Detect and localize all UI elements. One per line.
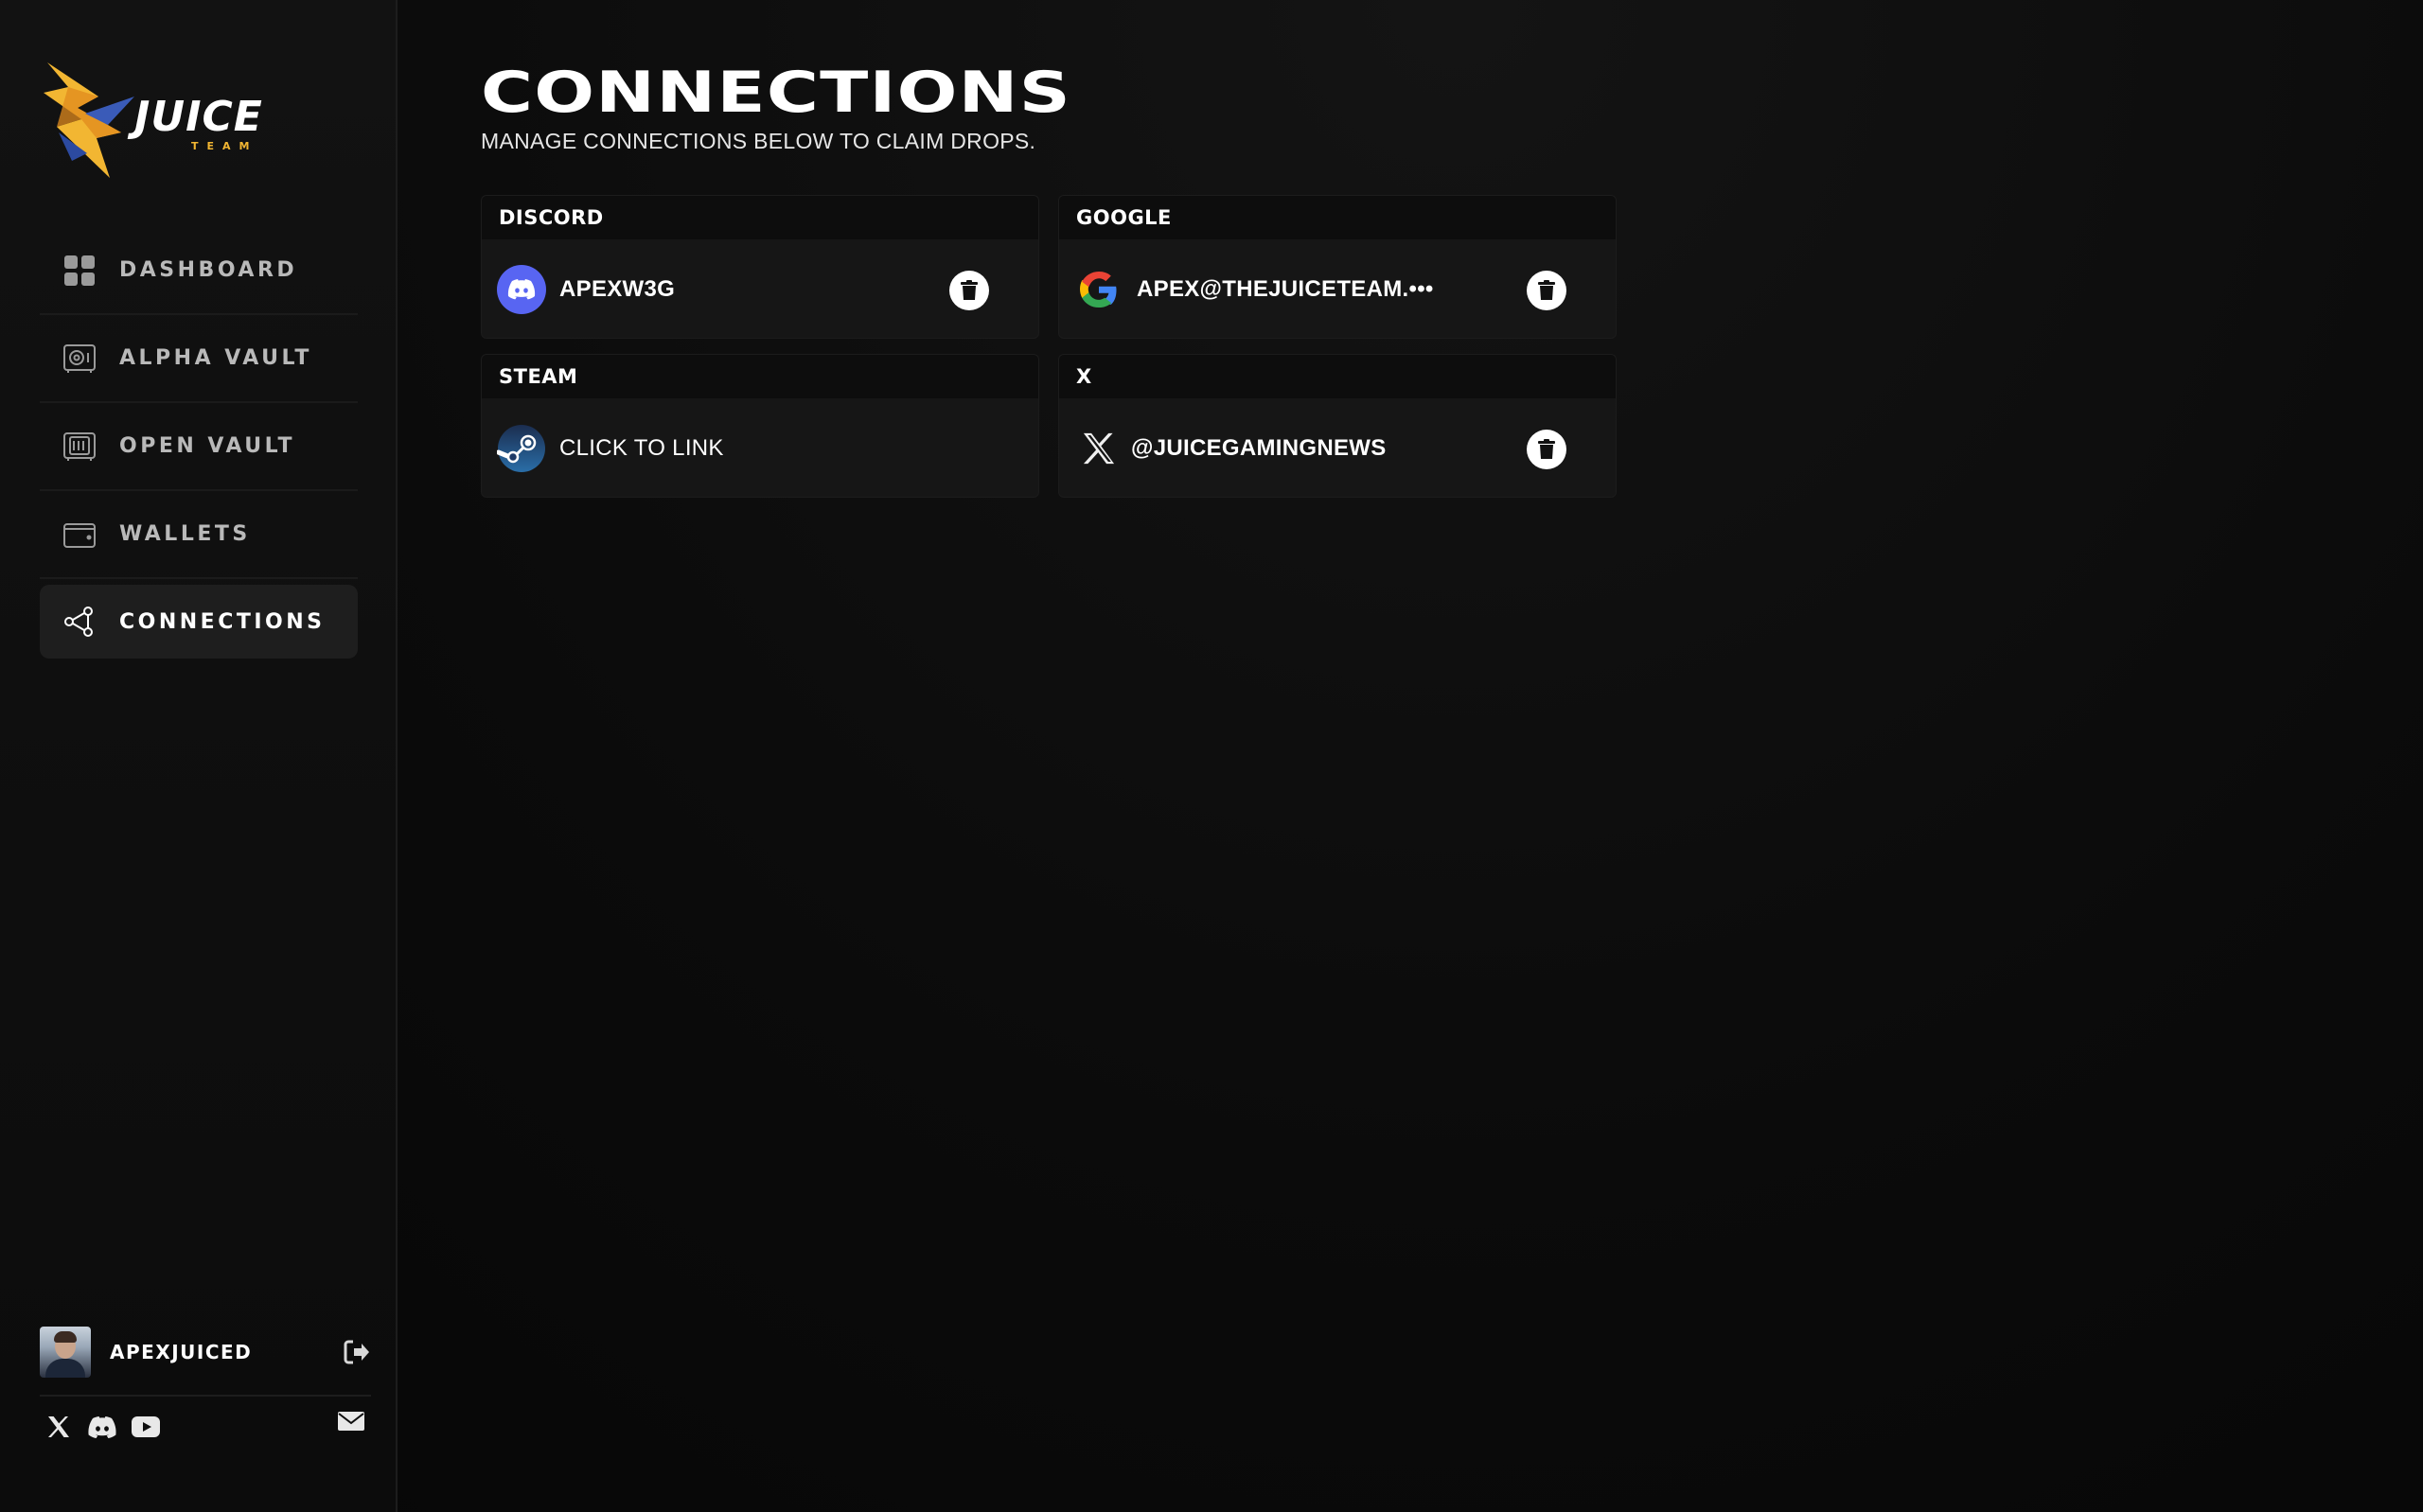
mail-icon[interactable] <box>337 1410 367 1436</box>
discord-icon <box>497 265 546 314</box>
discord-icon[interactable] <box>87 1412 117 1442</box>
open-safe-icon <box>62 430 97 464</box>
connected-account: APEXW3G <box>559 276 676 302</box>
delete-connection-button[interactable] <box>949 271 989 310</box>
wallet-icon <box>62 518 97 552</box>
link-account-prompt[interactable]: CLICK TO LINK <box>559 435 724 462</box>
steam-icon <box>497 424 546 473</box>
card-title: DISCORD <box>482 196 1038 239</box>
sidebar-item-alpha-vault[interactable]: ALPHA VAULT <box>40 315 358 403</box>
sidebar-item-label: OPEN VAULT <box>119 434 296 458</box>
card-body: CLICK TO LINK <box>482 398 1038 497</box>
card-title: X <box>1059 355 1616 398</box>
sidebar-item-open-vault[interactable]: OPEN VAULT <box>40 403 358 491</box>
avatar <box>40 1327 91 1378</box>
sidebar-item-label: CONNECTIONS <box>119 609 326 634</box>
trash-icon <box>1538 439 1555 459</box>
google-icon <box>1074 265 1123 314</box>
social-links <box>44 1412 161 1442</box>
page-subtitle: MANAGE CONNECTIONS BELOW TO CLAIM DROPS. <box>481 129 1036 153</box>
page-header: CONNECTIONS MANAGE CONNECTIONS BELOW TO … <box>481 62 1070 154</box>
username: APEXJUICED <box>110 1341 253 1363</box>
sidebar-nav: DASHBOARD ALPHA VAULT OPEN VAULT WALLETS… <box>40 227 358 659</box>
trash-icon <box>1538 280 1555 300</box>
connection-card-steam: STEAM CLICK TO LINK <box>481 354 1039 498</box>
sidebar-item-label: ALPHA VAULT <box>119 346 312 370</box>
connection-card-discord: DISCORD APEXW3G <box>481 195 1039 339</box>
x-icon[interactable] <box>44 1412 74 1442</box>
trash-icon <box>961 280 978 300</box>
logout-icon[interactable] <box>343 1338 371 1366</box>
juice-team-logo[interactable]: JUICE TEAM <box>40 59 286 182</box>
brand-name: JUICE <box>134 93 263 141</box>
delete-connection-button[interactable] <box>1527 430 1566 469</box>
user-profile[interactable]: APEXJUICED <box>40 1325 371 1380</box>
card-body: APEXW3G <box>482 239 1038 338</box>
card-title: STEAM <box>482 355 1038 398</box>
connection-card-x: X @JUICEGAMINGNEWS <box>1058 354 1617 498</box>
sidebar: JUICE TEAM DASHBOARD ALPHA VAULT OPEN VA… <box>0 0 398 1512</box>
sidebar-item-connections[interactable]: CONNECTIONS <box>40 585 358 659</box>
card-body: @JUICEGAMINGNEWS <box>1059 398 1616 497</box>
youtube-icon[interactable] <box>131 1412 161 1442</box>
lightning-logo-icon <box>44 62 134 178</box>
share-nodes-icon <box>62 605 97 639</box>
sidebar-item-label: WALLETS <box>119 522 251 546</box>
connected-account: @JUICEGAMINGNEWS <box>1131 435 1387 461</box>
sidebar-item-label: DASHBOARD <box>119 258 298 282</box>
sidebar-item-wallets[interactable]: WALLETS <box>40 491 358 579</box>
brand-subtitle: TEAM <box>191 140 258 152</box>
divider <box>40 1395 371 1397</box>
page-title: CONNECTIONS <box>481 60 1071 126</box>
card-title: GOOGLE <box>1059 196 1616 239</box>
connected-account: APEX@THEJUICETEAM.••• <box>1137 276 1434 302</box>
connections-grid: DISCORD APEXW3G GOOGLE APEX@THEJUICETEAM… <box>481 195 1620 498</box>
safe-icon <box>62 342 97 376</box>
delete-connection-button[interactable] <box>1527 271 1566 310</box>
card-body: APEX@THEJUICETEAM.••• <box>1059 239 1616 338</box>
connection-card-google: GOOGLE APEX@THEJUICETEAM.••• <box>1058 195 1617 339</box>
grid-icon <box>62 254 97 288</box>
sidebar-item-dashboard[interactable]: DASHBOARD <box>40 227 358 315</box>
x-icon <box>1074 424 1123 473</box>
